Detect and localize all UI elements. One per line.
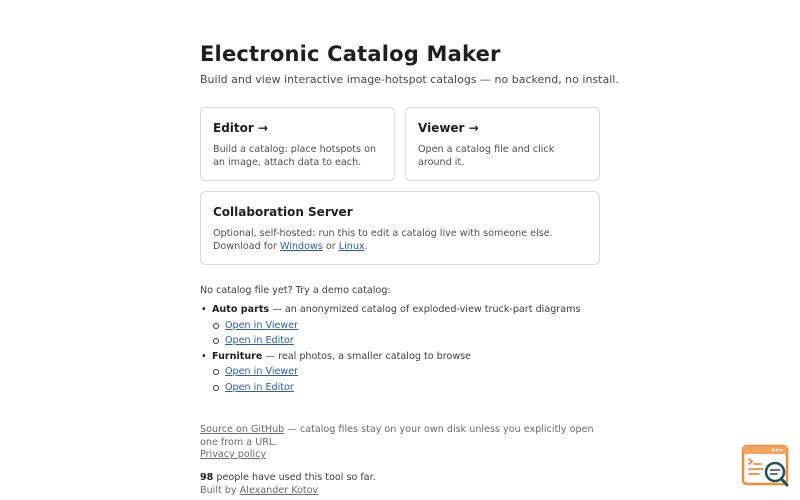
footer-privacy: Privacy policy	[200, 449, 266, 460]
demo-catalog-list: Auto parts — an anonymized catalog of ex…	[200, 302, 600, 395]
editor-card[interactable]: Editor → Build a catalog: place hotspots…	[200, 107, 395, 181]
demo-item-description: — an anonymized catalog of exploded-view…	[269, 304, 581, 315]
editor-card-description: Build a catalog: place hotspots on an im…	[213, 144, 377, 168]
server-card-title: Collaboration Server	[213, 205, 353, 219]
page-subtitle: Build and view interactive image-hotspot…	[200, 73, 619, 86]
privacy-policy-link[interactable]: Privacy policy	[200, 449, 266, 460]
demo-item-name: Furniture	[212, 350, 263, 362]
demo-links: Open in Viewer Open in Editor	[212, 364, 600, 395]
demo-link-item: Open in Editor	[213, 380, 600, 396]
editor-card-title: Editor →	[213, 121, 269, 135]
server-card-description: Optional, self-hosted: run this to edit …	[213, 227, 587, 253]
demo-link-item: Open in Editor	[213, 333, 600, 349]
author-link[interactable]: Alexander Kotov	[240, 485, 319, 496]
demo-link-item: Open in Viewer	[213, 364, 600, 380]
github-source-link[interactable]: Source on GitHub	[200, 424, 284, 435]
auto-parts-viewer-link[interactable]: Open in Viewer	[225, 320, 298, 331]
windows-download-link[interactable]: Windows	[280, 241, 323, 252]
usage-count: 98	[200, 472, 214, 483]
server-suffix: .	[364, 241, 368, 252]
demo-item-description: — real photos, a smaller catalog to brow…	[262, 350, 472, 362]
built-by-prefix: Built by	[200, 485, 240, 496]
demo-item-auto-parts: Auto parts — an anonymized catalog of ex…	[200, 302, 600, 349]
furniture-editor-link[interactable]: Open in Editor	[225, 382, 294, 393]
demo-item-name: Auto parts	[212, 304, 270, 315]
demo-links: Open in Viewer Open in Editor	[212, 318, 600, 349]
server-or-text: or	[322, 241, 339, 252]
viewer-card-title: Viewer →	[418, 121, 479, 135]
auto-parts-editor-link[interactable]: Open in Editor	[225, 335, 294, 346]
viewer-card[interactable]: Viewer → Open a catalog file and click a…	[405, 107, 600, 181]
demo-item-furniture: Furniture — real photos, a smaller catal…	[200, 349, 600, 396]
search-feedback-icon[interactable]	[741, 444, 791, 490]
linux-download-link[interactable]: Linux	[339, 241, 365, 252]
built-by: Built by Alexander Kotov	[200, 485, 318, 496]
footer-source: Source on GitHub — catalog files stay on…	[200, 423, 605, 449]
server-description-text: Optional, self-hosted: run this to edit …	[213, 228, 553, 252]
feedback-widget-graphic	[741, 444, 789, 487]
furniture-viewer-link[interactable]: Open in Viewer	[225, 366, 298, 377]
page-title: Electronic Catalog Maker	[200, 42, 501, 66]
demo-link-item: Open in Viewer	[213, 318, 600, 334]
collaboration-server-card: Collaboration Server Optional, self-host…	[200, 191, 600, 265]
viewer-card-description: Open a catalog file and click around it.	[418, 144, 555, 168]
demo-intro: No catalog file yet? Try a demo catalog:	[200, 285, 391, 296]
usage-counter: 98 people have used this tool so far.	[200, 472, 376, 483]
usage-text: people have used this tool so far.	[213, 472, 376, 483]
